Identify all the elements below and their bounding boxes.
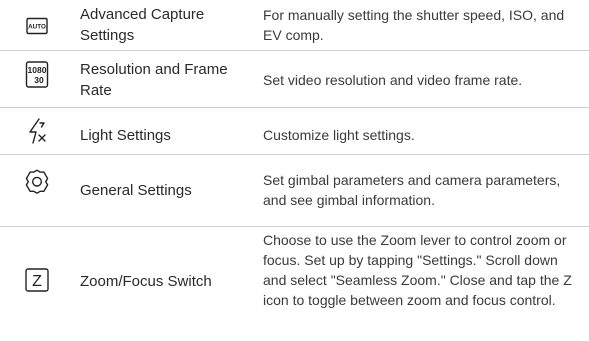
light-off-icon: [29, 118, 46, 144]
zoom-focus-icon: Z: [25, 268, 49, 292]
setting-name: General Settings: [80, 182, 192, 199]
icon-cell: Z: [22, 267, 52, 293]
setting-description: For manually setting the shutter speed, …: [263, 7, 565, 43]
table-row: Light Settings Customize light settings.: [0, 108, 589, 155]
table-row: General Settings Set gimbal parameters a…: [0, 155, 589, 227]
setting-description: Set video resolution and video frame rat…: [263, 72, 523, 88]
resolution-icon: 1080 30: [25, 61, 49, 88]
svg-text:30: 30: [34, 75, 44, 85]
setting-name: Light Settings: [80, 127, 171, 144]
svg-text:AUTO: AUTO: [28, 24, 46, 31]
icon-cell: [22, 167, 52, 195]
setting-description: Customize light settings.: [263, 127, 415, 143]
svg-text:1080: 1080: [28, 65, 47, 75]
setting-name: Advanced Capture Settings: [80, 6, 205, 44]
icon-cell: [22, 117, 52, 145]
icon-cell: 1080 30: [22, 60, 52, 90]
auto-mode-icon: AUTO: [26, 17, 48, 35]
svg-text:Z: Z: [32, 273, 42, 290]
setting-description: Set gimbal parameters and camera paramet…: [263, 172, 561, 208]
setting-name: Resolution and Frame Rate: [80, 61, 228, 99]
table-row: AUTO Advanced Capture Settings For manua…: [0, 0, 589, 51]
setting-description: Choose to use the Zoom lever to control …: [263, 232, 572, 308]
setting-name: Zoom/Focus Switch: [80, 273, 212, 290]
gear-icon: [25, 169, 49, 194]
table-row: 1080 30 Resolution and Frame Rate Set vi…: [0, 51, 589, 108]
settings-table: AUTO Advanced Capture Settings For manua…: [0, 0, 589, 341]
icon-cell: AUTO: [22, 17, 52, 35]
table-row: Z Zoom/Focus Switch Choose to use the Zo…: [0, 227, 589, 341]
